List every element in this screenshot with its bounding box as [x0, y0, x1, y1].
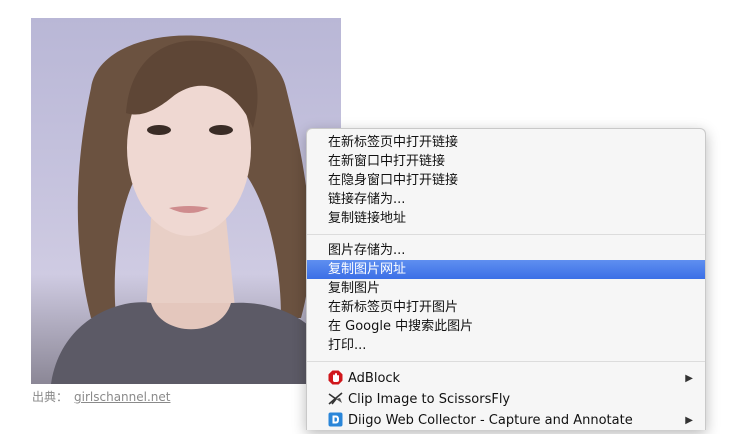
portrait-photo[interactable]: [31, 18, 341, 384]
menu-copy-image-url[interactable]: 复制图片网址: [307, 260, 705, 279]
image-source-caption: 出典： girlschannel.net: [32, 388, 170, 405]
menu-diigo-web-collector[interactable]: Diigo Web Collector - Capture and Annota…: [307, 410, 705, 431]
menu-clip-image-scissorsfly[interactable]: Clip Image to ScissorsFly: [307, 389, 705, 410]
menu-copy-link-address[interactable]: 复制链接地址: [307, 209, 705, 228]
submenu-arrow-icon: ▶: [685, 415, 693, 426]
menu-separator: [307, 361, 705, 362]
menu-copy-image[interactable]: 复制图片: [307, 279, 705, 298]
scissors-icon: [328, 391, 343, 406]
menu-open-image-new-tab[interactable]: 在新标签页中打开图片: [307, 298, 705, 317]
adblock-icon: [328, 370, 343, 385]
submenu-arrow-icon: ▶: [685, 373, 693, 384]
menu-adblock-label: AdBlock: [348, 371, 401, 386]
menu-print[interactable]: 打印...: [307, 336, 705, 355]
menu-scissorsfly-label: Clip Image to ScissorsFly: [348, 392, 511, 407]
menu-save-image-as[interactable]: 图片存储为...: [307, 241, 705, 260]
menu-diigo-label: Diigo Web Collector - Capture and Annota…: [348, 413, 633, 428]
menu-search-google-for-image[interactable]: 在 Google 中搜索此图片: [307, 317, 705, 336]
menu-adblock[interactable]: AdBlock ▶: [307, 368, 705, 389]
context-menu: 在新标签页中打开链接 在新窗口中打开链接 在隐身窗口中打开链接 链接存储为...…: [306, 128, 706, 430]
menu-separator: [307, 234, 705, 235]
source-label: 出典：: [32, 390, 69, 404]
menu-open-link-incognito[interactable]: 在隐身窗口中打开链接: [307, 171, 705, 190]
portrait-illustration: [51, 35, 341, 384]
menu-open-link-new-tab[interactable]: 在新标签页中打开链接: [307, 133, 705, 152]
source-link[interactable]: girlschannel.net: [74, 390, 170, 404]
menu-open-link-new-window[interactable]: 在新窗口中打开链接: [307, 152, 705, 171]
diigo-icon: [328, 412, 343, 427]
menu-save-link-as[interactable]: 链接存储为...: [307, 190, 705, 209]
